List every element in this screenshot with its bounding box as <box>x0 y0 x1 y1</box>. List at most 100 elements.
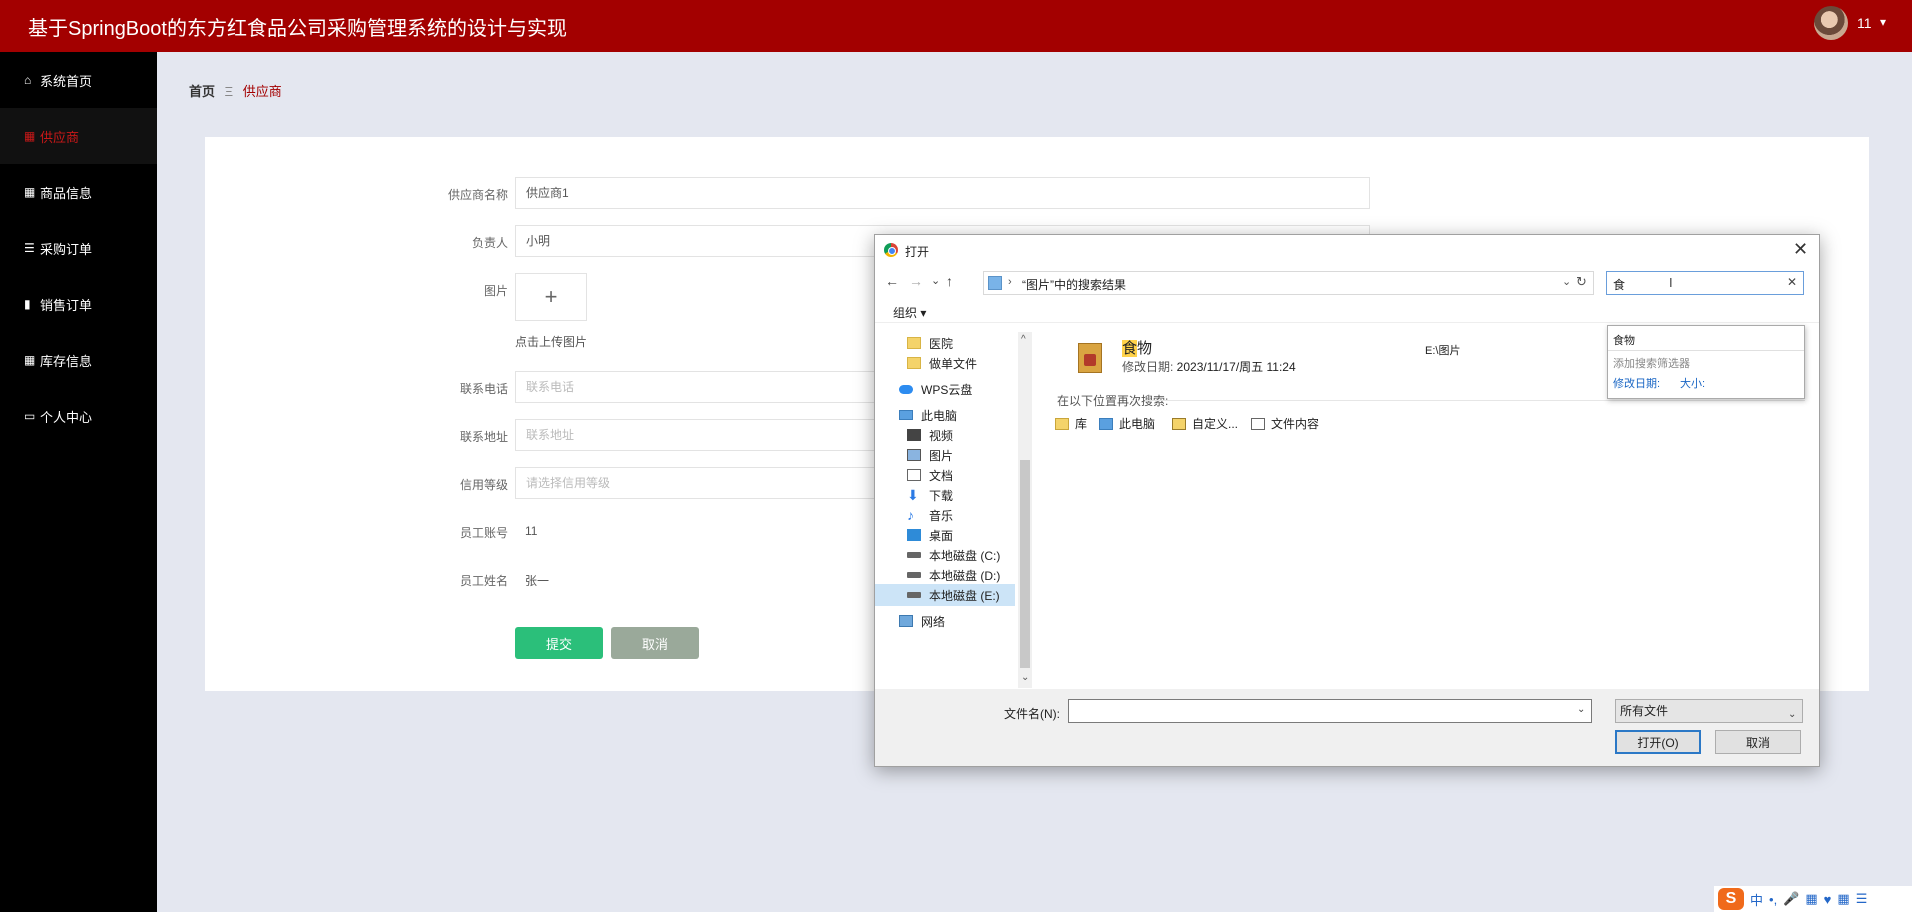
dialog-footer: 文件名(N): ⌄ 所有文件 ⌄ 打开(O) 取消 <box>875 689 1819 766</box>
nav-item-videos[interactable]: 视频 <box>875 424 1015 446</box>
nav-item-hospital[interactable]: 医院 <box>875 332 1015 354</box>
forward-arrow-icon[interactable]: → <box>909 273 923 289</box>
drive-icon <box>907 552 921 558</box>
scroll-thumb[interactable] <box>1020 460 1030 668</box>
refresh-icon[interactable]: ↻ <box>1576 274 1587 290</box>
sidebar-item-purchase-orders[interactable]: ☰ 采购订单 <box>0 220 157 276</box>
filetype-select[interactable]: 所有文件 ⌄ <box>1615 699 1803 723</box>
address-label: 联系地址 <box>459 430 508 444</box>
sogou-logo-icon[interactable]: S <box>1718 888 1744 910</box>
back-arrow-icon[interactable]: ← <box>885 273 899 289</box>
nav-item-downloads[interactable]: ⬇ 下载 <box>875 484 1015 506</box>
address-dropdown-icon[interactable]: ⌄ <box>1562 275 1571 288</box>
filter-date-link[interactable]: 修改日期: <box>1613 375 1660 391</box>
cancel-button[interactable]: 取消 <box>611 627 699 659</box>
sidebar-item-products[interactable]: ▦ 商品信息 <box>0 164 157 220</box>
open-button[interactable]: 打开(O) <box>1615 730 1701 754</box>
sidebar-item-inventory[interactable]: ▦ 库存信息 <box>0 332 157 388</box>
filter-size-link[interactable]: 大小: <box>1680 375 1705 391</box>
filename-dropdown-icon[interactable]: ⌄ <box>1577 704 1585 715</box>
home-icon: ⌂ <box>24 73 32 87</box>
location-label: 文件内容 <box>1271 417 1320 431</box>
nav-item-this-pc[interactable]: 此电脑 <box>875 404 1015 426</box>
nav-item-label: 视频 <box>929 428 954 443</box>
path-chevron-icon: › <box>1008 276 1012 288</box>
scroll-down-icon[interactable]: ⌄ <box>1021 672 1029 683</box>
computer-icon <box>1099 417 1113 430</box>
user-menu-caret-icon[interactable]: ▾ <box>1880 15 1886 29</box>
address-bar[interactable]: › “图片”中的搜索结果 ⌄ <box>983 271 1594 295</box>
breadcrumb: 首页 Ξ 供应商 <box>189 81 282 100</box>
sidebar-item-home[interactable]: ⌂ 系统首页 <box>0 52 157 108</box>
sidebar-item-label: 个人中心 <box>40 409 93 425</box>
nav-item-label: 做单文件 <box>929 356 978 371</box>
nav-item-network[interactable]: 网络 <box>875 610 1015 632</box>
avatar[interactable] <box>1814 6 1848 40</box>
nav-item-pictures[interactable]: 图片 <box>875 444 1015 466</box>
user-card-icon: ▭ <box>24 409 36 423</box>
dialog-close-button[interactable]: ✕ <box>1793 239 1808 260</box>
keyboard-icon[interactable]: ▦ <box>1805 891 1817 907</box>
nav-item-drive-c[interactable]: 本地磁盘 (C:) <box>875 544 1015 566</box>
sidebar-item-label: 系统首页 <box>40 73 93 89</box>
search-location-custom[interactable]: 自定义... <box>1172 415 1238 432</box>
nav-item-label: 本地磁盘 (C:) <box>929 548 1001 563</box>
nav-item-orders[interactable]: 做单文件 <box>875 352 1015 374</box>
nav-item-desktop[interactable]: 桌面 <box>875 524 1015 546</box>
nav-item-label: 图片 <box>929 448 954 463</box>
dialog-cancel-button[interactable]: 取消 <box>1715 730 1801 754</box>
sidebar-item-supplier[interactable]: ▦ 供应商 <box>0 108 157 164</box>
archive-file-icon[interactable] <box>1078 343 1102 373</box>
result-meta-label: 修改日期: <box>1122 360 1177 374</box>
breadcrumb-home[interactable]: 首页 <box>189 84 215 99</box>
ime-toolbar: S 中 •, 🎤 ▦ ♥ ▦ ☰ <box>1714 886 1912 912</box>
sidebar-item-profile[interactable]: ▭ 个人中心 <box>0 388 157 444</box>
ime-chinese-mode[interactable]: 中 <box>1750 890 1763 909</box>
result-meta-value: 2023/11/17/周五 11:24 <box>1176 360 1296 374</box>
search-location-this-pc[interactable]: 此电脑 <box>1099 415 1155 432</box>
scroll-up-icon[interactable]: ^ <box>1021 334 1026 345</box>
dialog-title: 打开 <box>905 245 930 259</box>
documents-icon <box>907 469 921 481</box>
nav-item-drive-d[interactable]: 本地磁盘 (D:) <box>875 564 1015 586</box>
supplier-name-input[interactable]: 供应商1 <box>515 177 1370 209</box>
toolbox-icon[interactable]: ▦ <box>1837 891 1849 907</box>
nav-item-label: 本地磁盘 (E:) <box>929 588 1000 603</box>
search-location-library[interactable]: 库 <box>1055 415 1087 432</box>
drive-icon <box>907 592 921 598</box>
search-location-file-contents[interactable]: 文件内容 <box>1251 415 1319 432</box>
search-input[interactable]: 食 I ✕ <box>1606 271 1804 295</box>
nav-item-documents[interactable]: 文档 <box>875 464 1015 486</box>
folder-icon <box>907 357 921 369</box>
computer-icon <box>899 410 913 420</box>
desktop-icon <box>907 529 921 541</box>
submit-button[interactable]: 提交 <box>515 627 603 659</box>
search-highlight: 食 <box>1122 340 1138 357</box>
sidebar-item-label: 供应商 <box>40 129 80 145</box>
sidebar-item-sales-orders[interactable]: ▮ 销售订单 <box>0 276 157 332</box>
organize-button[interactable]: 组织 ▾ <box>893 304 926 321</box>
filename-input[interactable]: ⌄ <box>1068 699 1592 723</box>
nav-item-music[interactable]: ♪ 音乐 <box>875 504 1015 526</box>
punctuation-icon[interactable]: •, <box>1769 892 1777 907</box>
recent-locations-icon[interactable]: ⌄ <box>931 274 940 287</box>
suggestion-item[interactable]: 食物 <box>1613 332 1635 348</box>
pictures-icon <box>907 449 921 461</box>
nav-item-wps-cloud[interactable]: WPS云盘 <box>875 378 1015 400</box>
chrome-icon <box>884 243 898 257</box>
image-upload-button[interactable]: + <box>515 273 587 321</box>
search-value: 食 <box>1613 278 1626 292</box>
nav-item-label: 下载 <box>929 488 954 503</box>
custom-folder-icon <box>1172 417 1186 430</box>
username[interactable]: 11 <box>1857 15 1872 31</box>
emp-name-label: 员工姓名 <box>459 574 508 588</box>
microphone-icon[interactable]: 🎤 <box>1783 891 1799 907</box>
menu-icon[interactable]: ☰ <box>1856 891 1868 907</box>
result-file-name[interactable]: 食物 <box>1122 337 1152 358</box>
nav-item-label: 此电脑 <box>921 408 958 423</box>
nav-item-drive-e[interactable]: 本地磁盘 (E:) <box>875 584 1015 606</box>
nav-scrollbar[interactable]: ^ ⌄ <box>1018 332 1032 688</box>
up-arrow-icon[interactable]: ↑ <box>946 273 953 289</box>
clear-search-icon[interactable]: ✕ <box>1787 275 1797 289</box>
skin-icon[interactable]: ♥ <box>1824 892 1832 907</box>
